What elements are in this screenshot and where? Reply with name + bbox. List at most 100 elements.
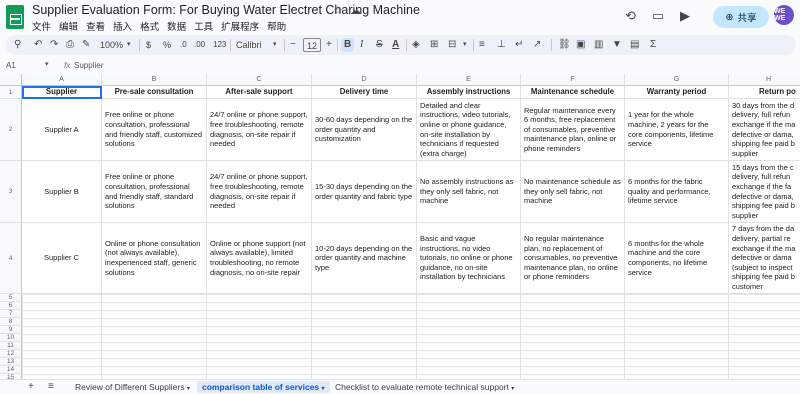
table-cell[interactable]: 1 year for the whole machine, 2 years fo… bbox=[625, 99, 729, 161]
history-icon[interactable]: ⟲ bbox=[625, 8, 636, 24]
chevron-down-icon[interactable]: ▾ bbox=[511, 386, 514, 392]
column-header-d[interactable]: D bbox=[312, 74, 417, 86]
header-cell-maintenance[interactable]: Maintenance schedule bbox=[521, 86, 625, 99]
header-cell-delivery[interactable]: Delivery time bbox=[312, 86, 417, 99]
comment-icon[interactable]: ▭ bbox=[652, 8, 664, 24]
header-cell-warranty[interactable]: Warranty period bbox=[625, 86, 729, 99]
add-sheet-icon[interactable]: + bbox=[28, 381, 34, 392]
row-header[interactable]: 14 bbox=[0, 366, 22, 374]
row-header[interactable]: 13 bbox=[0, 358, 22, 366]
row-header[interactable]: 9 bbox=[0, 326, 22, 334]
font-size-input[interactable]: 12 bbox=[303, 38, 322, 52]
sheet-tab-comparison[interactable]: comparison table of services ▾ bbox=[197, 381, 330, 393]
bold-button[interactable]: B bbox=[341, 38, 355, 52]
row-header[interactable]: 12 bbox=[0, 350, 22, 358]
column-header-h[interactable]: H bbox=[729, 74, 800, 86]
table-cell[interactable]: 6 months for the whole machine and the c… bbox=[625, 223, 729, 294]
table-cell[interactable]: 24/7 online or phone support, free troub… bbox=[207, 99, 312, 161]
menu-format[interactable]: 格式 bbox=[140, 19, 159, 33]
header-cell-presale[interactable]: Pre-sale consultation bbox=[102, 86, 207, 99]
insert-chart-icon[interactable]: ▥ bbox=[594, 38, 603, 52]
meet-icon[interactable]: ▶ bbox=[680, 8, 690, 24]
menu-file[interactable]: 文件 bbox=[32, 19, 51, 33]
menu-tools[interactable]: 工具 bbox=[194, 19, 213, 33]
row-header[interactable]: 7 bbox=[0, 310, 22, 318]
functions-icon[interactable]: Σ bbox=[650, 38, 656, 52]
column-header-a[interactable]: A bbox=[22, 74, 102, 86]
row-header[interactable]: 4 bbox=[0, 223, 22, 294]
currency-format-button[interactable]: $ bbox=[146, 38, 151, 52]
share-button[interactable]: ⊕ 共享 bbox=[713, 6, 769, 28]
chevron-down-icon[interactable]: ▾ bbox=[187, 386, 190, 392]
filter-views-icon[interactable]: ▤ bbox=[630, 38, 639, 52]
sheet-tab-review[interactable]: Review of Different Suppliers ▾ bbox=[75, 382, 190, 392]
decrease-decimal-button[interactable]: .0 bbox=[180, 38, 187, 52]
paint-format-icon[interactable]: ✎ bbox=[82, 38, 90, 52]
table-cell[interactable]: 15-30 days depending on the order quanti… bbox=[312, 161, 417, 223]
insert-link-icon[interactable]: ⛓ bbox=[558, 38, 571, 52]
header-cell-return-policy[interactable]: Return po bbox=[729, 86, 800, 99]
merge-cells-icon[interactable]: ⊟ bbox=[448, 38, 456, 52]
table-cell[interactable]: Online or phone consultation (not always… bbox=[102, 223, 207, 294]
row-header[interactable]: 6 bbox=[0, 302, 22, 310]
column-header-f[interactable]: F bbox=[521, 74, 625, 86]
select-all-corner[interactable] bbox=[0, 74, 22, 86]
redo-icon[interactable]: ↷ bbox=[50, 38, 58, 52]
chevron-down-icon[interactable]: ▾ bbox=[127, 38, 131, 52]
text-wrap-icon[interactable]: ↵ bbox=[515, 38, 523, 52]
font-size-decrease-icon[interactable]: − bbox=[290, 38, 296, 52]
table-cell[interactable]: No assembly instructions as they only se… bbox=[417, 161, 521, 223]
borders-icon[interactable]: ⊞ bbox=[430, 38, 438, 52]
cloud-status-icon[interactable]: ☁ bbox=[350, 4, 361, 17]
document-title[interactable]: Supplier Evaluation Form: For Buying Wat… bbox=[32, 3, 420, 17]
table-cell[interactable]: Free online or phone consultation, profe… bbox=[102, 161, 207, 223]
table-cell[interactable]: Online or phone support (not always avai… bbox=[207, 223, 312, 294]
column-header-c[interactable]: C bbox=[207, 74, 312, 86]
table-cell[interactable]: 10-20 days depending on the order quanti… bbox=[312, 223, 417, 294]
text-color-button[interactable]: A bbox=[392, 38, 399, 52]
print-icon[interactable]: ⎙ bbox=[66, 38, 74, 52]
table-cell[interactable]: Supplier B bbox=[22, 161, 102, 223]
menu-help[interactable]: 帮助 bbox=[267, 19, 286, 33]
row-header[interactable]: 2 bbox=[0, 99, 22, 161]
table-cell[interactable]: 6 months for the fabric quality and perf… bbox=[625, 161, 729, 223]
table-cell[interactable]: 30-60 days depending on the order quanti… bbox=[312, 99, 417, 161]
row-header[interactable]: 1 bbox=[0, 86, 22, 99]
zoom-select[interactable]: 100% bbox=[100, 38, 123, 52]
table-cell[interactable]: Supplier A bbox=[22, 99, 102, 161]
chevron-down-icon[interactable]: ▾ bbox=[463, 38, 467, 52]
name-box[interactable]: A1 bbox=[6, 61, 16, 70]
table-cell[interactable]: Supplier C bbox=[22, 223, 102, 294]
table-cell[interactable]: 30 days from the d delivery, full refun … bbox=[729, 99, 800, 161]
font-size-increase-icon[interactable]: + bbox=[326, 38, 332, 52]
chevron-down-icon[interactable]: ▾ bbox=[45, 60, 49, 68]
search-menus-icon[interactable]: ⚲ bbox=[14, 38, 21, 52]
table-cell[interactable]: Free online or phone consultation, profe… bbox=[102, 99, 207, 161]
increase-decimal-button[interactable]: .00 bbox=[194, 38, 205, 52]
all-sheets-icon[interactable]: ≡ bbox=[48, 381, 54, 392]
column-header-e[interactable]: E bbox=[417, 74, 521, 86]
menu-data[interactable]: 数据 bbox=[167, 19, 186, 33]
chevron-down-icon[interactable]: ▾ bbox=[322, 386, 325, 392]
italic-button[interactable]: I bbox=[360, 38, 363, 52]
percent-format-button[interactable]: % bbox=[163, 38, 171, 52]
table-cell[interactable]: 7 days from the da delivery, partial re … bbox=[729, 223, 800, 294]
number-format-button[interactable]: 123 bbox=[213, 38, 226, 52]
strikethrough-button[interactable]: S bbox=[376, 38, 383, 52]
row-header[interactable]: 11 bbox=[0, 342, 22, 350]
horizontal-align-icon[interactable]: ≡ bbox=[479, 38, 485, 52]
row-header[interactable]: 8 bbox=[0, 318, 22, 326]
table-cell[interactable]: 15 days from the c delivery, full refun … bbox=[729, 161, 800, 223]
star-icon[interactable]: ☆ bbox=[333, 4, 343, 17]
table-cell[interactable]: Basic and vague instructions, no video t… bbox=[417, 223, 521, 294]
table-cell[interactable]: No regular maintenance plan, no replacem… bbox=[521, 223, 625, 294]
font-select[interactable]: Calibri bbox=[236, 38, 262, 52]
menu-view[interactable]: 查看 bbox=[86, 19, 105, 33]
header-cell-aftersale[interactable]: After-sale support bbox=[207, 86, 312, 99]
fill-color-icon[interactable]: ◈ bbox=[412, 38, 420, 52]
table-cell[interactable]: Regular maintenance every 6 months, free… bbox=[521, 99, 625, 161]
chevron-down-icon[interactable]: ▾ bbox=[273, 38, 277, 52]
menu-extensions[interactable]: 扩展程序 bbox=[221, 19, 259, 33]
table-cell[interactable]: 24/7 online or phone support, free troub… bbox=[207, 161, 312, 223]
sheet-tab-checklist[interactable]: Checklist to evaluate remote technical s… bbox=[335, 382, 514, 392]
